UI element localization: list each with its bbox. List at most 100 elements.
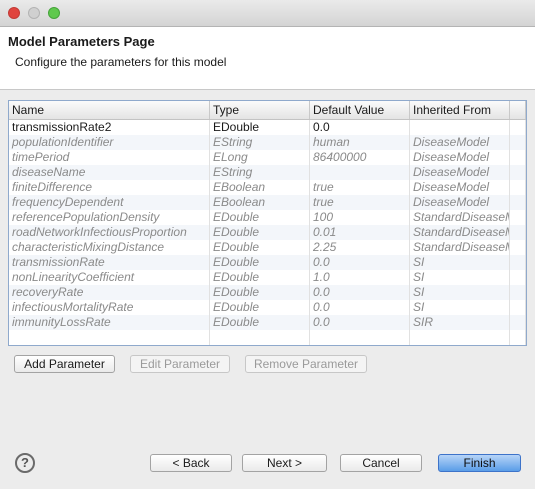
cell-name: diseaseName — [9, 165, 210, 180]
column-header-default-value[interactable]: Default Value — [310, 101, 410, 119]
cell-filler — [510, 165, 526, 180]
column-header-inherited-from[interactable]: Inherited From — [410, 101, 510, 119]
cell-name: referencePopulationDensity — [9, 210, 210, 225]
cell-inherited-from: SI — [410, 255, 510, 270]
cell-filler — [510, 225, 526, 240]
cell-default-value: true — [310, 180, 410, 195]
table-row[interactable]: timePeriod ELong 86400000 DiseaseModel — [9, 150, 526, 165]
cell-name: recoveryRate — [9, 285, 210, 300]
cell-name: populationIdentifier — [9, 135, 210, 150]
cell-filler — [510, 180, 526, 195]
table-body: transmissionRate2 EDouble 0.0 populationIde… — [9, 120, 526, 345]
cell-filler — [510, 240, 526, 255]
cell-filler — [510, 195, 526, 210]
back-button[interactable]: < Back — [150, 454, 232, 472]
cell-type: EBoolean — [210, 195, 310, 210]
cell-default-value: 100 — [310, 210, 410, 225]
table-row[interactable]: frequencyDependent EBoolean true DiseaseMod… — [9, 195, 526, 210]
cell-filler — [510, 135, 526, 150]
zoom-window-button[interactable] — [48, 7, 60, 19]
cell-default-value: 0.0 — [310, 255, 410, 270]
add-parameter-button[interactable]: Add Parameter — [14, 355, 115, 373]
cell-name: characteristicMixingDistance — [9, 240, 210, 255]
cell-filler — [510, 255, 526, 270]
table-row[interactable]: diseaseName EString DiseaseModel — [9, 165, 526, 180]
cell-default-value: 0.01 — [310, 225, 410, 240]
cell-default-value: true — [310, 195, 410, 210]
cell-name: roadNetworkInfectiousProportion — [9, 225, 210, 240]
cell-filler — [510, 300, 526, 315]
cell-filler — [510, 210, 526, 225]
cell-name: immunityLossRate — [9, 315, 210, 330]
cell-type: EDouble — [210, 120, 310, 135]
cell-inherited-from: DiseaseModel — [410, 195, 510, 210]
cell-name: finiteDifference — [9, 180, 210, 195]
cell-default-value: human — [310, 135, 410, 150]
cell-inherited-from: SIR — [410, 315, 510, 330]
cell-inherited-from: StandardDiseaseM — [410, 225, 510, 240]
column-header-name[interactable]: Name — [9, 101, 210, 119]
cell-type: EDouble — [210, 210, 310, 225]
cell-default-value: 0.0 — [310, 315, 410, 330]
cell-name: nonLinearityCoefficient — [9, 270, 210, 285]
parameters-table[interactable]: Name Type Default Value Inherited From t… — [8, 100, 527, 346]
cell-type: EDouble — [210, 240, 310, 255]
cell-default-value: 2.25 — [310, 240, 410, 255]
cell-name: frequencyDependent — [9, 195, 210, 210]
finish-button[interactable]: Finish — [438, 454, 521, 472]
table-row[interactable]: populationIdentifier EString human DiseaseM… — [9, 135, 526, 150]
cell-type: EDouble — [210, 285, 310, 300]
cell-name: transmissionRate2 — [9, 120, 210, 135]
cell-default-value: 1.0 — [310, 270, 410, 285]
cell-inherited-from: DiseaseModel — [410, 165, 510, 180]
cell-type: EDouble — [210, 225, 310, 240]
column-header-type[interactable]: Type — [210, 101, 310, 119]
table-row[interactable]: transmissionRate EDouble 0.0 SI — [9, 255, 526, 270]
cell-inherited-from: DiseaseModel — [410, 180, 510, 195]
cell-type: EDouble — [210, 300, 310, 315]
minimize-window-button[interactable] — [28, 7, 40, 19]
cancel-button[interactable]: Cancel — [340, 454, 422, 472]
cell-name: infectiousMortalityRate — [9, 300, 210, 315]
table-row[interactable]: nonLinearityCoefficient EDouble 1.0 SI — [9, 270, 526, 285]
table-row[interactable]: immunityLossRate EDouble 0.0 SIR — [9, 315, 526, 330]
table-header: Name Type Default Value Inherited From — [9, 101, 526, 120]
empty-cell — [410, 330, 510, 345]
next-button[interactable]: Next > — [242, 454, 327, 472]
wizard-header: Model Parameters Page Configure the para… — [0, 27, 535, 90]
table-row[interactable]: finiteDifference EBoolean true DiseaseModel — [9, 180, 526, 195]
cell-inherited-from — [410, 120, 510, 135]
table-row[interactable]: characteristicMixingDistance EDouble 2.25 S… — [9, 240, 526, 255]
cell-type: ELong — [210, 150, 310, 165]
table-row[interactable]: transmissionRate2 EDouble 0.0 — [9, 120, 526, 135]
help-icon[interactable]: ? — [15, 453, 35, 473]
table-row[interactable]: infectiousMortalityRate EDouble 0.0 SI — [9, 300, 526, 315]
cell-filler — [510, 120, 526, 135]
remove-parameter-button[interactable]: Remove Parameter — [245, 355, 367, 373]
empty-cell — [510, 330, 526, 345]
cell-default-value: 0.0 — [310, 300, 410, 315]
cell-type: EBoolean — [210, 180, 310, 195]
cell-default-value — [310, 165, 410, 180]
empty-cell — [210, 330, 310, 345]
edit-parameter-button[interactable]: Edit Parameter — [130, 355, 230, 373]
cell-type: EDouble — [210, 255, 310, 270]
cell-filler — [510, 315, 526, 330]
cell-type: EString — [210, 135, 310, 150]
table-row[interactable]: referencePopulationDensity EDouble 100 Stan… — [9, 210, 526, 225]
table-row[interactable]: recoveryRate EDouble 0.0 SI — [9, 285, 526, 300]
cell-inherited-from: DiseaseModel — [410, 135, 510, 150]
cell-type: EDouble — [210, 315, 310, 330]
cell-inherited-from: SI — [410, 285, 510, 300]
cell-type: EDouble — [210, 270, 310, 285]
cell-inherited-from: SI — [410, 270, 510, 285]
cell-default-value: 0.0 — [310, 285, 410, 300]
cell-filler — [510, 270, 526, 285]
cell-type: EString — [210, 165, 310, 180]
empty-table-row — [9, 330, 526, 345]
cell-filler — [510, 150, 526, 165]
cell-default-value: 86400000 — [310, 150, 410, 165]
table-row[interactable]: roadNetworkInfectiousProportion EDouble 0.… — [9, 225, 526, 240]
close-window-button[interactable] — [8, 7, 20, 19]
empty-cell — [9, 330, 210, 345]
